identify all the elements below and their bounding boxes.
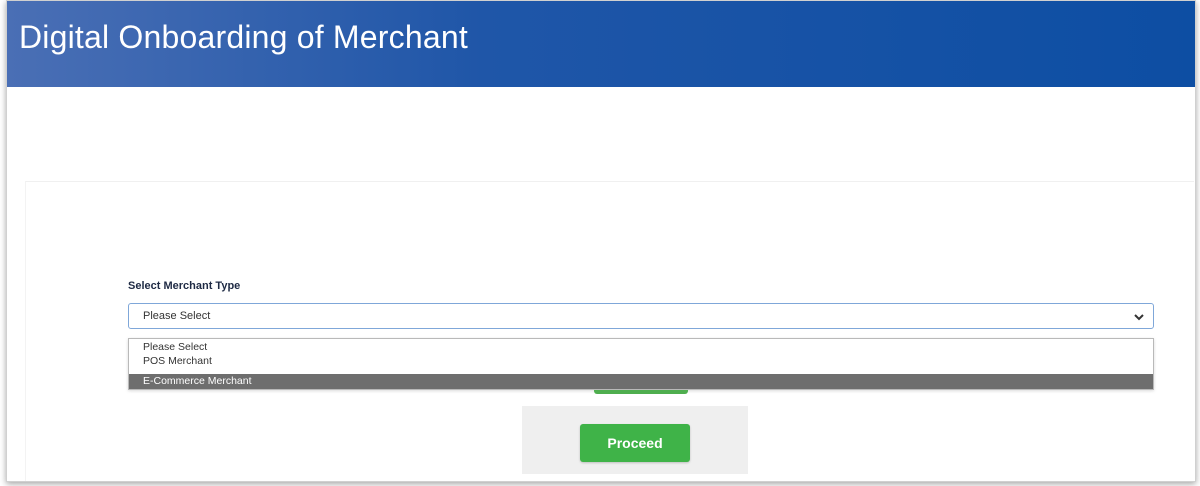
page-title: Digital Onboarding of Merchant xyxy=(19,19,468,55)
option-ecommerce-merchant[interactable]: E-Commerce Merchant xyxy=(129,374,1153,389)
option-pos-merchant[interactable]: POS Merchant xyxy=(129,354,1153,368)
proceed-button[interactable]: Proceed xyxy=(580,424,690,462)
select-current-value: Please Select xyxy=(143,310,211,322)
page-header: Digital Onboarding of Merchant xyxy=(7,1,1195,87)
merchant-type-options: Please Select POS Merchant E-Commerce Me… xyxy=(128,338,1154,390)
merchant-type-select[interactable]: Please Select xyxy=(128,303,1154,329)
obscured-element-edge xyxy=(594,390,688,394)
chevron-down-icon xyxy=(1133,310,1145,322)
merchant-type-label: Select Merchant Type xyxy=(128,280,241,292)
option-please-select[interactable]: Please Select xyxy=(129,340,1153,354)
